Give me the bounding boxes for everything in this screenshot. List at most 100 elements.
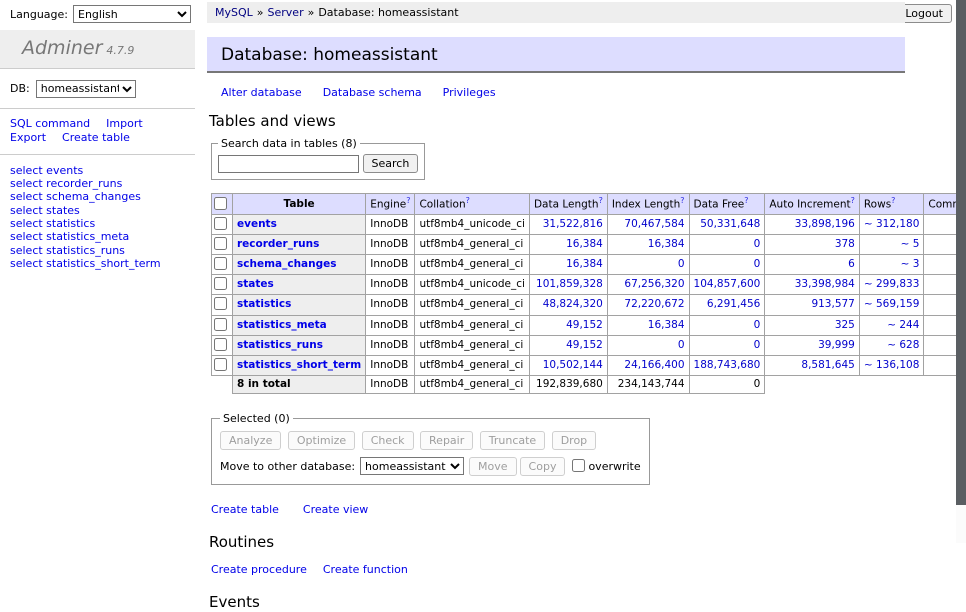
rows-count-link[interactable]: ~ 136,108: [864, 359, 920, 371]
sidebar-item-create-table[interactable]: Create table: [62, 131, 130, 145]
row-checkbox[interactable]: [214, 358, 227, 371]
create-view-link[interactable]: Create view: [303, 503, 368, 516]
db-select[interactable]: homeassistant: [36, 80, 136, 98]
vertical-scrollbar[interactable]: [956, 0, 966, 543]
copy-button[interactable]: Copy: [520, 457, 566, 476]
help-icon[interactable]: ?: [466, 196, 470, 205]
sidebar-item-select-statistics[interactable]: select statistics: [10, 217, 195, 230]
data-length-cell: 48,824,320: [529, 295, 607, 315]
row-checkbox[interactable]: [214, 318, 227, 331]
table-link[interactable]: statistics_meta: [237, 319, 327, 331]
table-row: events InnoDB utf8mb4_unicode_ci 31,522,…: [212, 214, 966, 234]
table-link[interactable]: statistics_runs: [237, 339, 323, 351]
rows-count-link[interactable]: ~ 628: [887, 339, 919, 351]
move-button[interactable]: Move: [469, 457, 517, 476]
data-length-cell: 16,384: [529, 235, 607, 255]
row-checkbox[interactable]: [214, 217, 227, 230]
help-icon[interactable]: ?: [406, 196, 410, 205]
rows-count-link[interactable]: ~ 3: [901, 258, 920, 270]
main-content: MySQL»Server»Database: homeassistant Dat…: [207, 0, 905, 612]
sidebar-item-select-events[interactable]: select events: [10, 164, 195, 177]
alter-database-link[interactable]: Alter database: [221, 86, 302, 99]
engine-cell: InnoDB: [366, 214, 415, 234]
table-link[interactable]: schema_changes: [237, 258, 337, 270]
page-title: Database: homeassistant: [207, 37, 905, 73]
data-length-cell: 31,522,816: [529, 214, 607, 234]
row-checkbox[interactable]: [214, 338, 227, 351]
table-link[interactable]: states: [237, 278, 274, 290]
help-icon[interactable]: ?: [891, 196, 895, 205]
rows-count-link[interactable]: ~ 312,180: [864, 218, 920, 230]
help-icon[interactable]: ?: [599, 196, 603, 205]
select-all-checkbox[interactable]: [214, 197, 227, 210]
create-procedure-link[interactable]: Create procedure: [211, 563, 307, 576]
sidebar-item-sql-command[interactable]: SQL command: [10, 117, 90, 131]
search-input[interactable]: [218, 155, 359, 173]
table-link[interactable]: recorder_runs: [237, 238, 319, 250]
help-icon[interactable]: ?: [851, 196, 855, 205]
data-length-cell: 101,859,328: [529, 275, 607, 295]
tables-overview-table: Table Engine? Collation? Data Length? In…: [211, 193, 966, 394]
analyze-button[interactable]: Analyze: [220, 431, 281, 450]
breadcrumb-server-link[interactable]: Server: [268, 6, 304, 19]
check-button[interactable]: Check: [362, 431, 414, 450]
overwrite-checkbox[interactable]: [572, 459, 585, 472]
breadcrumb: MySQL»Server»Database: homeassistant: [207, 2, 905, 23]
truncate-button[interactable]: Truncate: [480, 431, 545, 450]
optimize-button[interactable]: Optimize: [288, 431, 355, 450]
sidebar-item-select-states[interactable]: select states: [10, 204, 195, 217]
row-checkbox[interactable]: [214, 257, 227, 270]
total-data-length: 192,839,680: [529, 375, 607, 393]
column-header-auto-increment: Auto Increment?: [765, 194, 860, 215]
total-collation: utf8mb4_general_ci: [415, 375, 529, 393]
index-length-cell: 67,256,320: [607, 275, 689, 295]
db-chooser: DB:homeassistant: [0, 69, 195, 109]
help-icon[interactable]: ?: [744, 196, 748, 205]
selected-buttons: Analyze Optimize Check Repair Truncate D…: [220, 431, 641, 450]
sidebar-item-import[interactable]: Import: [106, 117, 143, 131]
collation-cell: utf8mb4_general_ci: [415, 235, 529, 255]
table-link[interactable]: statistics_short_term: [237, 359, 361, 371]
sidebar-actions: SQL command Import Export Create table: [0, 109, 195, 155]
privileges-link[interactable]: Privileges: [443, 86, 496, 99]
search-fieldset: Search data in tables (8) Search: [211, 137, 425, 181]
index-length-cell: 24,166,400: [607, 355, 689, 375]
sidebar-item-select-recorder-runs[interactable]: select recorder_runs: [10, 177, 195, 190]
database-schema-link[interactable]: Database schema: [323, 86, 422, 99]
row-checkbox[interactable]: [214, 277, 227, 290]
help-icon[interactable]: ?: [680, 196, 684, 205]
create-table-link[interactable]: Create table: [211, 503, 279, 516]
row-checkbox[interactable]: [214, 297, 227, 310]
create-function-link[interactable]: Create function: [323, 563, 408, 576]
sidebar-item-select-statistics-meta[interactable]: select statistics_meta: [10, 230, 195, 243]
database-links: Alter database Database schema Privileges: [221, 86, 905, 100]
table-row: statistics InnoDB utf8mb4_general_ci 48,…: [212, 295, 966, 315]
rows-count-link[interactable]: ~ 569,159: [864, 298, 920, 310]
sidebar-tables-list: select events select recorder_runs selec…: [0, 155, 195, 270]
table-total-row: 8 in total InnoDB utf8mb4_general_ci 192…: [212, 375, 966, 393]
rows-count-link[interactable]: ~ 244: [887, 319, 919, 331]
total-label: 8 in total: [233, 375, 366, 393]
adminer-logo-link[interactable]: Adminer: [22, 37, 102, 59]
sidebar-item-export[interactable]: Export: [10, 131, 46, 145]
table-link[interactable]: events: [237, 218, 277, 230]
selected-legend: Selected (0): [220, 412, 293, 426]
scrollbar-thumb[interactable]: [956, 0, 966, 505]
data-free-cell: 0: [689, 255, 765, 275]
move-db-select[interactable]: homeassistant: [360, 457, 464, 475]
repair-button[interactable]: Repair: [420, 431, 473, 450]
column-header-data-length: Data Length?: [529, 194, 607, 215]
table-row: statistics_short_term InnoDB utf8mb4_gen…: [212, 355, 966, 375]
app-title: Adminer4.7.9: [0, 30, 195, 69]
table-link[interactable]: statistics: [237, 298, 291, 310]
sidebar-item-select-schema-changes[interactable]: select schema_changes: [10, 190, 195, 203]
tables-and-views-heading: Tables and views: [209, 112, 905, 131]
rows-count-link[interactable]: ~ 5: [901, 238, 920, 250]
sidebar-item-select-statistics-short-term[interactable]: select statistics_short_term: [10, 257, 195, 270]
row-checkbox[interactable]: [214, 237, 227, 250]
breadcrumb-mysql-link[interactable]: MySQL: [215, 6, 253, 19]
rows-count-link[interactable]: ~ 299,833: [864, 278, 920, 290]
sidebar-item-select-statistics-runs[interactable]: select statistics_runs: [10, 244, 195, 257]
drop-button[interactable]: Drop: [552, 431, 596, 450]
search-button[interactable]: Search: [363, 154, 419, 173]
